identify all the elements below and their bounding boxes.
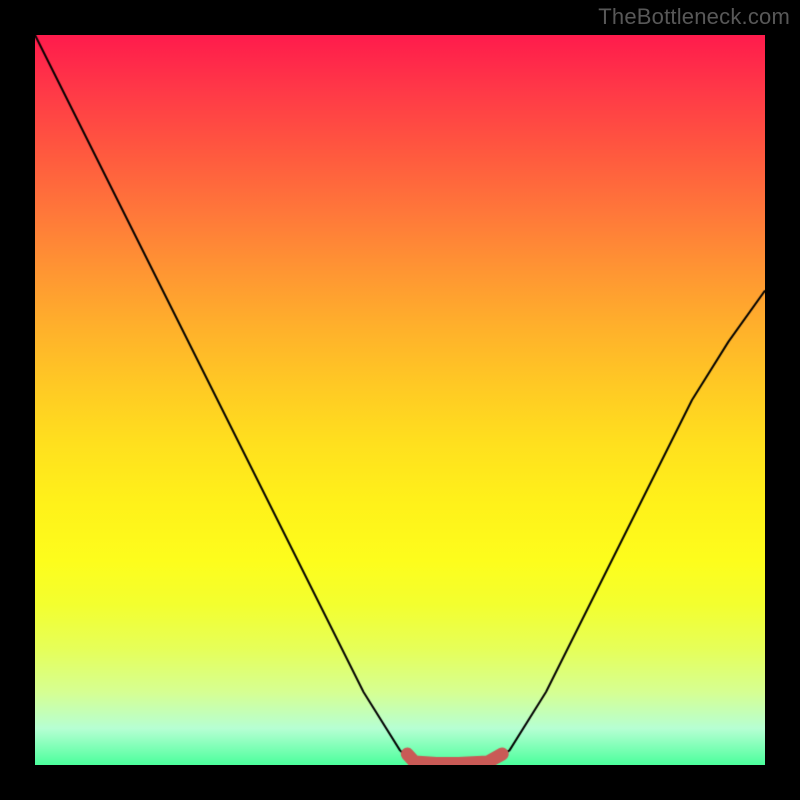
- bottleneck-curve-canvas: [35, 35, 765, 765]
- plot-area: [35, 35, 765, 765]
- watermark-label: TheBottleneck.com: [598, 4, 790, 30]
- chart-frame: TheBottleneck.com: [0, 0, 800, 800]
